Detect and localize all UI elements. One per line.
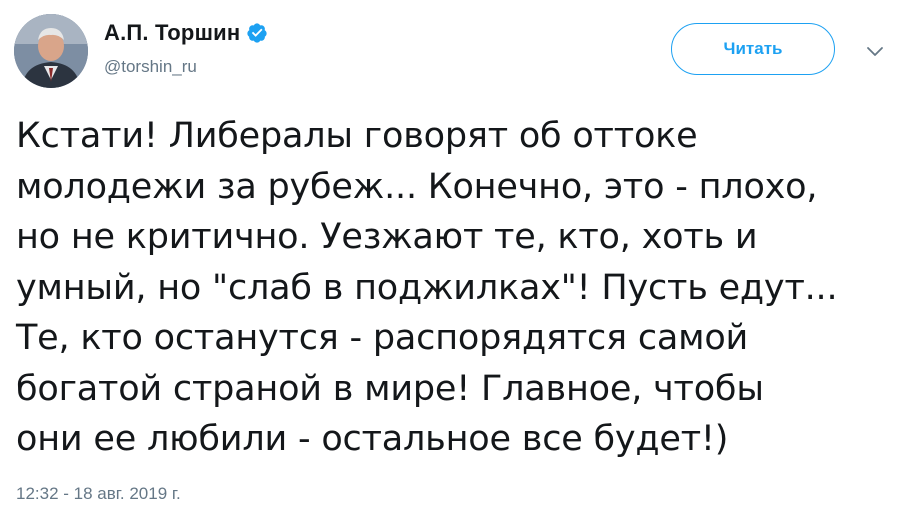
tweet: А.П. Торшин @torshin_ru Читать Кстати! Л…	[0, 0, 918, 518]
display-name[interactable]: А.П. Торшин	[104, 20, 240, 46]
name-row: А.П. Торшин	[104, 18, 268, 48]
verified-badge-icon	[246, 22, 268, 44]
avatar[interactable]	[14, 14, 88, 88]
author-block: А.П. Торшин @torshin_ru	[104, 18, 268, 77]
follow-button[interactable]: Читать	[671, 23, 835, 75]
handle[interactable]: @torshin_ru	[104, 57, 268, 77]
timestamp[interactable]: 12:32 - 18 авг. 2019 г.	[16, 484, 181, 504]
avatar-image	[14, 14, 88, 88]
tweet-text: Кстати! Либералы говорят об оттоке молод…	[16, 116, 838, 459]
chevron-down-icon[interactable]	[864, 40, 886, 62]
